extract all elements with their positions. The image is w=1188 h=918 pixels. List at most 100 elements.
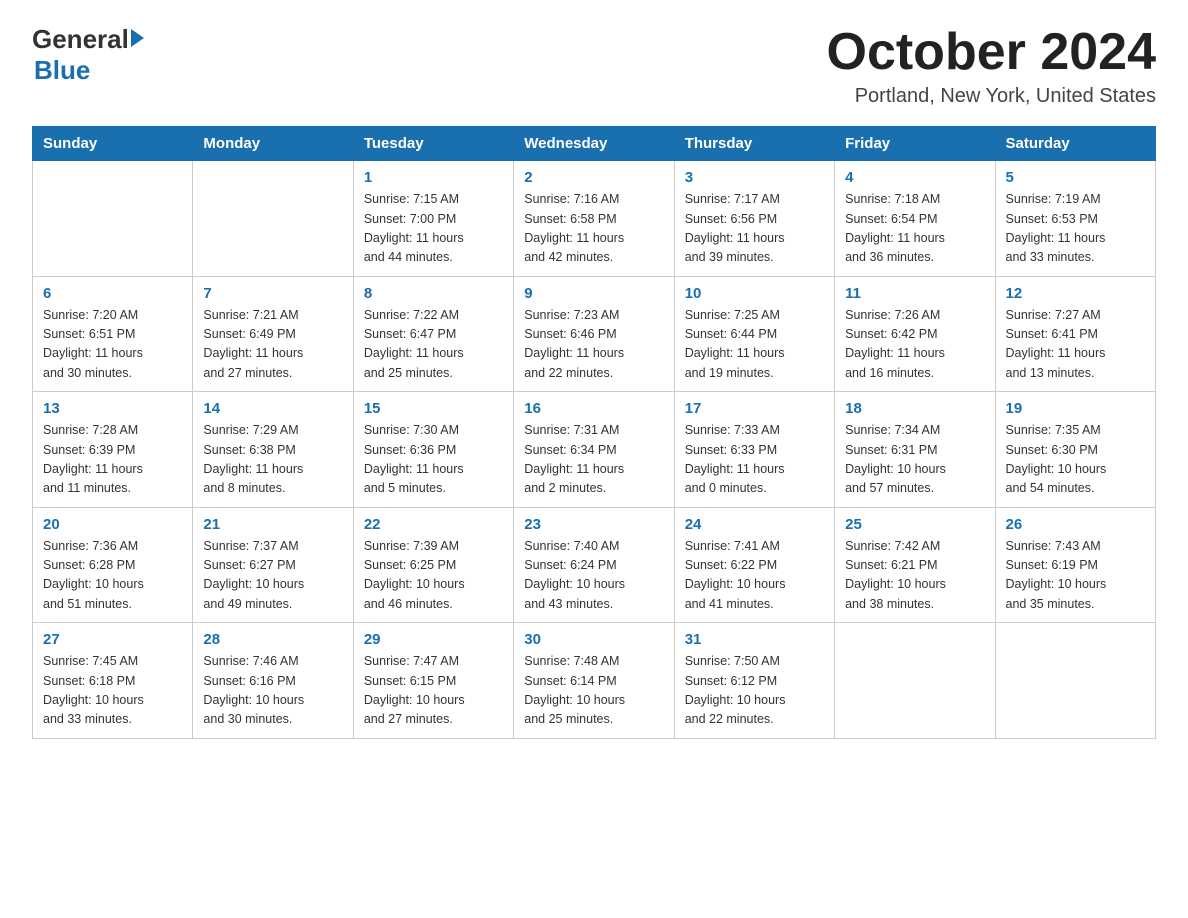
calendar-table: SundayMondayTuesdayWednesdayThursdayFrid… bbox=[32, 126, 1156, 739]
header-cell-wednesday: Wednesday bbox=[514, 127, 674, 161]
calendar-body: 1 Sunrise: 7:15 AM Sunset: 7:00 PM Daylig… bbox=[33, 161, 1156, 739]
day-number: 16 bbox=[524, 400, 663, 417]
calendar-cell: 10 Sunrise: 7:25 AM Sunset: 6:44 PM Dayli… bbox=[674, 276, 834, 392]
day-number: 19 bbox=[1006, 400, 1145, 417]
day-info: Sunrise: 7:47 AM Sunset: 6:15 PM Dayligh… bbox=[364, 652, 503, 730]
day-info: Sunrise: 7:46 AM Sunset: 6:16 PM Dayligh… bbox=[203, 652, 342, 730]
day-info: Sunrise: 7:28 AM Sunset: 6:39 PM Dayligh… bbox=[43, 421, 182, 499]
calendar-cell: 29Sunrise: 7:47 AM Sunset: 6:15 PM Dayli… bbox=[353, 623, 513, 739]
day-info: Sunrise: 7:16 AM Sunset: 6:58 PM Dayligh… bbox=[524, 190, 663, 268]
location-text: Portland, New York, United States bbox=[827, 85, 1157, 108]
day-number: 26 bbox=[1006, 516, 1145, 533]
calendar-cell: 15 Sunrise: 7:30 AM Sunset: 6:36 PM Dayli… bbox=[353, 392, 513, 508]
header-cell-monday: Monday bbox=[193, 127, 353, 161]
calendar-cell: 1 Sunrise: 7:15 AM Sunset: 7:00 PM Daylig… bbox=[353, 161, 513, 277]
day-info: Sunrise: 7:40 AM Sunset: 6:24 PM Dayligh… bbox=[524, 537, 663, 615]
calendar-cell: 12Sunrise: 7:27 AM Sunset: 6:41 PM Dayli… bbox=[995, 276, 1155, 392]
logo-blue-text: Blue bbox=[34, 55, 90, 85]
day-info: Sunrise: 7:41 AM Sunset: 6:22 PM Dayligh… bbox=[685, 537, 824, 615]
calendar-cell: 27 Sunrise: 7:45 AM Sunset: 6:18 PM Dayli… bbox=[33, 623, 193, 739]
calendar-cell bbox=[835, 623, 995, 739]
day-number: 20 bbox=[43, 516, 182, 533]
calendar-cell: 11 Sunrise: 7:26 AM Sunset: 6:42 PM Dayli… bbox=[835, 276, 995, 392]
calendar-cell: 18 Sunrise: 7:34 AM Sunset: 6:31 PM Dayli… bbox=[835, 392, 995, 508]
day-info: Sunrise: 7:25 AM Sunset: 6:44 PM Dayligh… bbox=[685, 306, 824, 384]
day-number: 7 bbox=[203, 285, 342, 302]
day-number: 4 bbox=[845, 169, 984, 186]
day-number: 3 bbox=[685, 169, 824, 186]
day-info: Sunrise: 7:27 AM Sunset: 6:41 PM Dayligh… bbox=[1006, 306, 1145, 384]
calendar-cell: 8 Sunrise: 7:22 AM Sunset: 6:47 PM Daylig… bbox=[353, 276, 513, 392]
day-number: 13 bbox=[43, 400, 182, 417]
day-number: 27 bbox=[43, 631, 182, 648]
day-number: 25 bbox=[845, 516, 984, 533]
calendar-cell bbox=[193, 161, 353, 277]
calendar-cell: 5Sunrise: 7:19 AM Sunset: 6:53 PM Daylig… bbox=[995, 161, 1155, 277]
page-header: General Blue October 2024 Portland, New … bbox=[32, 24, 1156, 108]
day-info: Sunrise: 7:48 AM Sunset: 6:14 PM Dayligh… bbox=[524, 652, 663, 730]
day-info: Sunrise: 7:18 AM Sunset: 6:54 PM Dayligh… bbox=[845, 190, 984, 268]
calendar-cell: 17Sunrise: 7:33 AM Sunset: 6:33 PM Dayli… bbox=[674, 392, 834, 508]
calendar-cell: 23 Sunrise: 7:40 AM Sunset: 6:24 PM Dayli… bbox=[514, 507, 674, 623]
calendar-cell: 19Sunrise: 7:35 AM Sunset: 6:30 PM Dayli… bbox=[995, 392, 1155, 508]
day-number: 31 bbox=[685, 631, 824, 648]
calendar-cell: 16Sunrise: 7:31 AM Sunset: 6:34 PM Dayli… bbox=[514, 392, 674, 508]
header-cell-thursday: Thursday bbox=[674, 127, 834, 161]
day-info: Sunrise: 7:34 AM Sunset: 6:31 PM Dayligh… bbox=[845, 421, 984, 499]
calendar-cell: 20 Sunrise: 7:36 AM Sunset: 6:28 PM Dayli… bbox=[33, 507, 193, 623]
header-cell-saturday: Saturday bbox=[995, 127, 1155, 161]
day-info: Sunrise: 7:22 AM Sunset: 6:47 PM Dayligh… bbox=[364, 306, 503, 384]
day-number: 9 bbox=[524, 285, 663, 302]
day-info: Sunrise: 7:23 AM Sunset: 6:46 PM Dayligh… bbox=[524, 306, 663, 384]
calendar-cell: 22Sunrise: 7:39 AM Sunset: 6:25 PM Dayli… bbox=[353, 507, 513, 623]
day-number: 23 bbox=[524, 516, 663, 533]
day-number: 30 bbox=[524, 631, 663, 648]
calendar-cell: 6 Sunrise: 7:20 AM Sunset: 6:51 PM Daylig… bbox=[33, 276, 193, 392]
day-info: Sunrise: 7:19 AM Sunset: 6:53 PM Dayligh… bbox=[1006, 190, 1145, 268]
day-number: 1 bbox=[364, 169, 503, 186]
calendar-cell: 30 Sunrise: 7:48 AM Sunset: 6:14 PM Dayli… bbox=[514, 623, 674, 739]
month-title: October 2024 bbox=[827, 24, 1157, 81]
calendar-cell: 3 Sunrise: 7:17 AM Sunset: 6:56 PM Daylig… bbox=[674, 161, 834, 277]
week-row-5: 27 Sunrise: 7:45 AM Sunset: 6:18 PM Dayli… bbox=[33, 623, 1156, 739]
week-row-3: 13 Sunrise: 7:28 AM Sunset: 6:39 PM Dayli… bbox=[33, 392, 1156, 508]
logo-general-text: General bbox=[32, 24, 129, 55]
calendar-cell: 24 Sunrise: 7:41 AM Sunset: 6:22 PM Dayli… bbox=[674, 507, 834, 623]
day-number: 11 bbox=[845, 285, 984, 302]
day-info: Sunrise: 7:26 AM Sunset: 6:42 PM Dayligh… bbox=[845, 306, 984, 384]
day-info: Sunrise: 7:30 AM Sunset: 6:36 PM Dayligh… bbox=[364, 421, 503, 499]
logo-arrow-icon bbox=[131, 29, 144, 47]
day-info: Sunrise: 7:21 AM Sunset: 6:49 PM Dayligh… bbox=[203, 306, 342, 384]
day-number: 10 bbox=[685, 285, 824, 302]
header-row: SundayMondayTuesdayWednesdayThursdayFrid… bbox=[33, 127, 1156, 161]
day-info: Sunrise: 7:36 AM Sunset: 6:28 PM Dayligh… bbox=[43, 537, 182, 615]
day-info: Sunrise: 7:29 AM Sunset: 6:38 PM Dayligh… bbox=[203, 421, 342, 499]
day-number: 2 bbox=[524, 169, 663, 186]
day-info: Sunrise: 7:20 AM Sunset: 6:51 PM Dayligh… bbox=[43, 306, 182, 384]
day-info: Sunrise: 7:45 AM Sunset: 6:18 PM Dayligh… bbox=[43, 652, 182, 730]
day-number: 17 bbox=[685, 400, 824, 417]
day-info: Sunrise: 7:42 AM Sunset: 6:21 PM Dayligh… bbox=[845, 537, 984, 615]
day-number: 6 bbox=[43, 285, 182, 302]
calendar-cell: 13 Sunrise: 7:28 AM Sunset: 6:39 PM Dayli… bbox=[33, 392, 193, 508]
day-number: 15 bbox=[364, 400, 503, 417]
day-info: Sunrise: 7:50 AM Sunset: 6:12 PM Dayligh… bbox=[685, 652, 824, 730]
day-info: Sunrise: 7:43 AM Sunset: 6:19 PM Dayligh… bbox=[1006, 537, 1145, 615]
day-info: Sunrise: 7:15 AM Sunset: 7:00 PM Dayligh… bbox=[364, 190, 503, 268]
calendar-cell: 14Sunrise: 7:29 AM Sunset: 6:38 PM Dayli… bbox=[193, 392, 353, 508]
calendar-cell: 31 Sunrise: 7:50 AM Sunset: 6:12 PM Dayli… bbox=[674, 623, 834, 739]
day-number: 21 bbox=[203, 516, 342, 533]
header-cell-sunday: Sunday bbox=[33, 127, 193, 161]
calendar-header: SundayMondayTuesdayWednesdayThursdayFrid… bbox=[33, 127, 1156, 161]
day-number: 8 bbox=[364, 285, 503, 302]
calendar-cell: 21Sunrise: 7:37 AM Sunset: 6:27 PM Dayli… bbox=[193, 507, 353, 623]
day-number: 28 bbox=[203, 631, 342, 648]
day-info: Sunrise: 7:17 AM Sunset: 6:56 PM Dayligh… bbox=[685, 190, 824, 268]
calendar-cell bbox=[33, 161, 193, 277]
title-block: October 2024 Portland, New York, United … bbox=[827, 24, 1157, 108]
day-number: 24 bbox=[685, 516, 824, 533]
day-number: 18 bbox=[845, 400, 984, 417]
logo: General Blue bbox=[32, 24, 144, 86]
calendar-cell: 28 Sunrise: 7:46 AM Sunset: 6:16 PM Dayli… bbox=[193, 623, 353, 739]
calendar-cell bbox=[995, 623, 1155, 739]
